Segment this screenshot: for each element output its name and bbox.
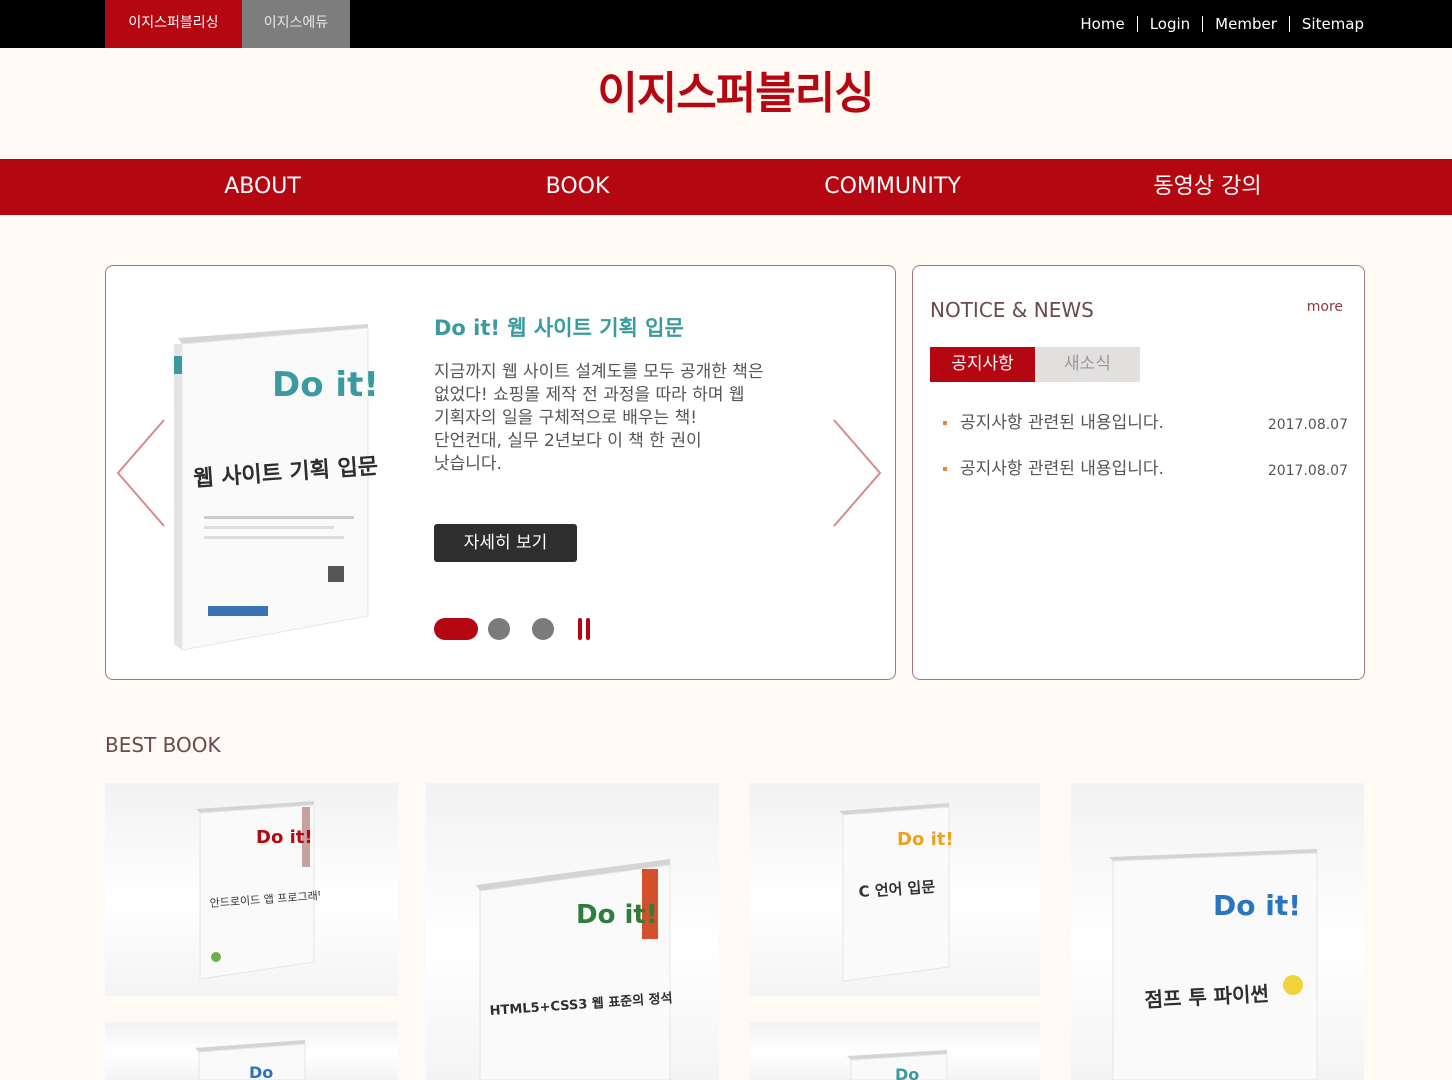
cover-series-text: Do it! xyxy=(897,829,954,850)
login-link[interactable]: Login xyxy=(1136,16,1202,32)
book-card[interactable]: Do it! HTML5+CSS3 웹 표준의 정석 xyxy=(426,783,719,1080)
slide-dot-1[interactable] xyxy=(434,618,478,640)
book-cover-image: Do xyxy=(195,1040,306,1080)
featured-book-slider: Do it! 웹 사이트 기획 입문 Do it! 웹 사이트 기획 입문 지금… xyxy=(105,265,896,680)
best-book-title: BEST BOOK xyxy=(105,733,221,757)
notice-date: 2017.08.07 xyxy=(1267,417,1348,433)
book-cover-image: Do it! 웹 사이트 기획 입문 xyxy=(174,324,378,650)
notice-date: 2017.08.07 xyxy=(1267,463,1348,479)
main-nav: ABOUT BOOK COMMUNITY 동영상 강의 xyxy=(0,159,1452,215)
slide-title[interactable]: Do it! 웹 사이트 기획 입문 xyxy=(434,312,684,342)
slide-description: 지금까지 웹 사이트 설계도를 모두 공개한 책은 없었다! 쇼핑몰 제작 전 … xyxy=(434,362,764,474)
book-card[interactable]: Do xyxy=(749,1022,1040,1080)
nav-item-book[interactable]: BOOK xyxy=(420,159,735,215)
book-card[interactable]: Do it! 점프 투 파이썬 xyxy=(1071,783,1364,1080)
notice-text[interactable]: 공지사항 관련된 내용입니다. xyxy=(960,459,1164,479)
utility-links: Home Login Member Sitemap xyxy=(1068,0,1364,48)
view-details-button[interactable]: 자세히 보기 xyxy=(434,524,577,562)
notice-list: 공지사항 관련된 내용입니다. 2017.08.07 공지사항 관련된 내용입니… xyxy=(943,411,1348,503)
notice-text[interactable]: 공지사항 관련된 내용입니다. xyxy=(960,413,1164,433)
book-card[interactable]: Do it! 안드로이드 앱 프로그래밍 xyxy=(105,783,398,996)
book-card[interactable]: Do it! C 언어 입문 xyxy=(749,783,1040,996)
cover-series-text: Do it! xyxy=(256,827,313,848)
prev-arrow-icon[interactable] xyxy=(114,418,166,528)
book-cover-image: Do it! HTML5+CSS3 웹 표준의 정석 xyxy=(476,859,673,1080)
home-link[interactable]: Home xyxy=(1068,16,1136,32)
top-bar: 이지스퍼블리싱 이지스에듀 Home Login Member Sitemap xyxy=(0,0,1452,48)
slide-dot-3[interactable] xyxy=(532,618,554,640)
more-link[interactable]: more xyxy=(1307,299,1343,315)
slide-dot-2[interactable] xyxy=(488,618,510,640)
pause-icon[interactable] xyxy=(577,618,591,640)
site-tab-easys-edu[interactable]: 이지스에듀 xyxy=(242,0,350,48)
nav-item-about[interactable]: ABOUT xyxy=(105,159,420,215)
book-cover-image: Do it! 점프 투 파이썬 xyxy=(1109,849,1318,1080)
cover-series-text: Do it! xyxy=(1213,889,1301,922)
site-tab-easys-publishing[interactable]: 이지스퍼블리싱 xyxy=(105,0,242,48)
notice-news-panel: NOTICE & NEWS more 공지사항 새소식 공지사항 관련된 내용입… xyxy=(912,265,1365,680)
cover-series-text: Do it! xyxy=(272,365,378,405)
book-cover-image: Do xyxy=(847,1050,948,1080)
book-cover-image: Do it! C 언어 입문 xyxy=(839,803,954,982)
tab-news[interactable]: 새소식 xyxy=(1035,347,1140,382)
bullet-icon xyxy=(943,467,947,471)
bullet-icon xyxy=(943,421,947,425)
next-arrow-icon[interactable] xyxy=(832,418,884,528)
tab-notice[interactable]: 공지사항 xyxy=(930,347,1035,382)
book-card[interactable]: Do xyxy=(105,1022,398,1080)
book-cover-image: Do it! 안드로이드 앱 프로그래밍 xyxy=(196,801,320,980)
cover-series-text: Do xyxy=(249,1063,273,1080)
member-link[interactable]: Member xyxy=(1202,16,1289,32)
sitemap-link[interactable]: Sitemap xyxy=(1288,16,1364,32)
notice-title: NOTICE & NEWS xyxy=(930,298,1094,322)
site-logo[interactable]: 이지스퍼블리싱 xyxy=(583,66,888,130)
cover-series-text: Do xyxy=(895,1065,919,1080)
nav-item-community[interactable]: COMMUNITY xyxy=(735,159,1050,215)
nav-item-video-lecture[interactable]: 동영상 강의 xyxy=(1050,159,1365,215)
list-item[interactable]: 공지사항 관련된 내용입니다. 2017.08.07 xyxy=(943,411,1348,457)
list-item[interactable]: 공지사항 관련된 내용입니다. 2017.08.07 xyxy=(943,457,1348,503)
cover-series-text: Do it! xyxy=(576,900,658,930)
